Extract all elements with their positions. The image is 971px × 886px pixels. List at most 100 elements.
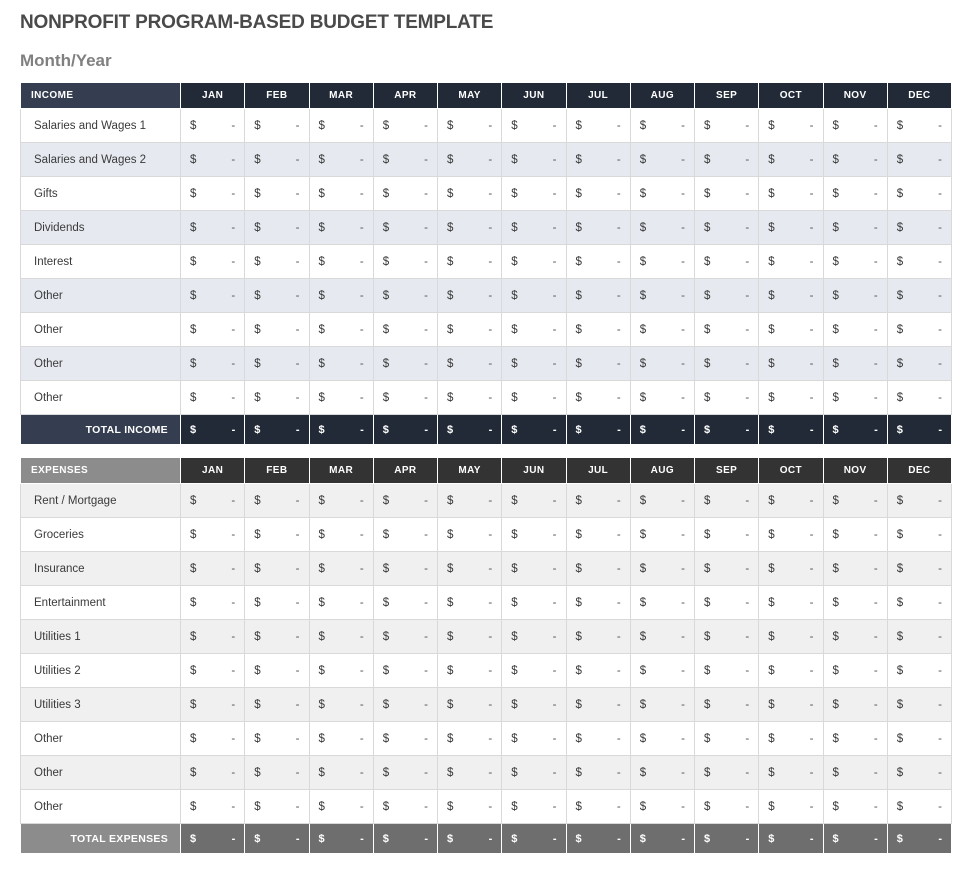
income-cell-may[interactable]: $ - <box>436 346 503 381</box>
expenses-cell-jun[interactable]: $ - <box>501 551 567 586</box>
expenses-cell-jan[interactable]: $ - <box>179 619 246 654</box>
expenses-cell-aug[interactable]: $ - <box>629 721 696 756</box>
income-cell-may[interactable]: $ - <box>436 142 503 177</box>
expenses-cell-jan[interactable]: $ - <box>179 653 246 688</box>
income-cell-jan[interactable]: $ - <box>179 278 246 313</box>
income-cell-feb[interactable]: $ - <box>244 346 310 381</box>
expenses-cell-aug[interactable]: $ - <box>629 551 696 586</box>
income-cell-feb[interactable]: $ - <box>244 312 310 347</box>
income-cell-may[interactable]: $ - <box>436 108 503 143</box>
income-cell-aug[interactable]: $ - <box>629 312 696 347</box>
expenses-total-oct[interactable]: $ - <box>758 823 824 854</box>
income-cell-feb[interactable]: $ - <box>244 142 310 177</box>
expenses-cell-aug[interactable]: $ - <box>629 585 696 620</box>
income-cell-oct[interactable]: $ - <box>758 380 824 415</box>
expenses-total-dec[interactable]: $ - <box>886 823 953 854</box>
income-cell-dec[interactable]: $ - <box>886 244 953 279</box>
income-cell-dec[interactable]: $ - <box>886 142 953 177</box>
expenses-cell-sep[interactable]: $ - <box>693 653 760 688</box>
income-cell-oct[interactable]: $ - <box>758 312 824 347</box>
income-cell-nov[interactable]: $ - <box>822 346 888 381</box>
expenses-cell-nov[interactable]: $ - <box>822 619 888 654</box>
income-total-jun[interactable]: $ - <box>501 414 567 445</box>
expenses-cell-feb[interactable]: $ - <box>244 755 310 790</box>
income-cell-sep[interactable]: $ - <box>693 312 760 347</box>
expenses-cell-feb[interactable]: $ - <box>244 789 310 824</box>
income-cell-nov[interactable]: $ - <box>822 142 888 177</box>
income-row-label[interactable]: Other <box>20 312 181 347</box>
expenses-cell-apr[interactable]: $ - <box>372 483 439 518</box>
expenses-cell-may[interactable]: $ - <box>436 585 503 620</box>
expenses-cell-dec[interactable]: $ - <box>886 755 953 790</box>
income-cell-aug[interactable]: $ - <box>629 108 696 143</box>
income-cell-jun[interactable]: $ - <box>501 278 567 313</box>
expenses-cell-feb[interactable]: $ - <box>244 483 310 518</box>
income-cell-jan[interactable]: $ - <box>179 210 246 245</box>
expenses-cell-jul[interactable]: $ - <box>565 585 631 620</box>
income-cell-mar[interactable]: $ - <box>308 380 374 415</box>
income-cell-apr[interactable]: $ - <box>372 108 439 143</box>
income-cell-may[interactable]: $ - <box>436 210 503 245</box>
expenses-cell-oct[interactable]: $ - <box>758 517 824 552</box>
expenses-total-sep[interactable]: $ - <box>693 823 760 854</box>
expenses-cell-jun[interactable]: $ - <box>501 721 567 756</box>
income-cell-jul[interactable]: $ - <box>565 312 631 347</box>
expenses-cell-nov[interactable]: $ - <box>822 551 888 586</box>
expenses-row-label[interactable]: Rent / Mortgage <box>20 483 181 518</box>
income-cell-jun[interactable]: $ - <box>501 210 567 245</box>
income-cell-sep[interactable]: $ - <box>693 244 760 279</box>
expenses-row-label[interactable]: Other <box>20 789 181 824</box>
income-cell-apr[interactable]: $ - <box>372 176 439 211</box>
expenses-total-jul[interactable]: $ - <box>565 823 631 854</box>
income-cell-jul[interactable]: $ - <box>565 346 631 381</box>
expenses-cell-oct[interactable]: $ - <box>758 585 824 620</box>
income-cell-mar[interactable]: $ - <box>308 108 374 143</box>
income-total-aug[interactable]: $ - <box>629 414 696 445</box>
income-cell-apr[interactable]: $ - <box>372 380 439 415</box>
income-cell-dec[interactable]: $ - <box>886 210 953 245</box>
expenses-cell-sep[interactable]: $ - <box>693 551 760 586</box>
income-cell-dec[interactable]: $ - <box>886 278 953 313</box>
expenses-cell-may[interactable]: $ - <box>436 789 503 824</box>
expenses-cell-nov[interactable]: $ - <box>822 687 888 722</box>
expenses-cell-oct[interactable]: $ - <box>758 653 824 688</box>
income-total-sep[interactable]: $ - <box>693 414 760 445</box>
expenses-cell-oct[interactable]: $ - <box>758 789 824 824</box>
expenses-total-nov[interactable]: $ - <box>822 823 888 854</box>
expenses-cell-aug[interactable]: $ - <box>629 789 696 824</box>
expenses-cell-jul[interactable]: $ - <box>565 755 631 790</box>
expenses-cell-mar[interactable]: $ - <box>308 653 374 688</box>
expenses-total-jun[interactable]: $ - <box>501 823 567 854</box>
income-cell-mar[interactable]: $ - <box>308 312 374 347</box>
expenses-total-mar[interactable]: $ - <box>308 823 374 854</box>
expenses-cell-may[interactable]: $ - <box>436 517 503 552</box>
income-cell-oct[interactable]: $ - <box>758 176 824 211</box>
income-cell-aug[interactable]: $ - <box>629 176 696 211</box>
expenses-cell-jun[interactable]: $ - <box>501 687 567 722</box>
expenses-cell-jul[interactable]: $ - <box>565 721 631 756</box>
income-cell-jun[interactable]: $ - <box>501 380 567 415</box>
expenses-cell-nov[interactable]: $ - <box>822 755 888 790</box>
expenses-cell-oct[interactable]: $ - <box>758 755 824 790</box>
expenses-cell-jan[interactable]: $ - <box>179 721 246 756</box>
expenses-cell-jul[interactable]: $ - <box>565 517 631 552</box>
income-total-may[interactable]: $ - <box>436 414 503 445</box>
income-cell-jun[interactable]: $ - <box>501 244 567 279</box>
expenses-cell-apr[interactable]: $ - <box>372 687 439 722</box>
expenses-cell-sep[interactable]: $ - <box>693 585 760 620</box>
expenses-cell-oct[interactable]: $ - <box>758 721 824 756</box>
expenses-cell-jul[interactable]: $ - <box>565 483 631 518</box>
income-cell-jul[interactable]: $ - <box>565 142 631 177</box>
expenses-cell-jul[interactable]: $ - <box>565 653 631 688</box>
expenses-cell-nov[interactable]: $ - <box>822 585 888 620</box>
income-cell-sep[interactable]: $ - <box>693 210 760 245</box>
expenses-cell-feb[interactable]: $ - <box>244 551 310 586</box>
income-total-jul[interactable]: $ - <box>565 414 631 445</box>
expenses-cell-aug[interactable]: $ - <box>629 483 696 518</box>
income-cell-nov[interactable]: $ - <box>822 108 888 143</box>
income-cell-may[interactable]: $ - <box>436 278 503 313</box>
income-cell-feb[interactable]: $ - <box>244 278 310 313</box>
income-total-apr[interactable]: $ - <box>372 414 439 445</box>
income-cell-mar[interactable]: $ - <box>308 346 374 381</box>
income-cell-dec[interactable]: $ - <box>886 346 953 381</box>
